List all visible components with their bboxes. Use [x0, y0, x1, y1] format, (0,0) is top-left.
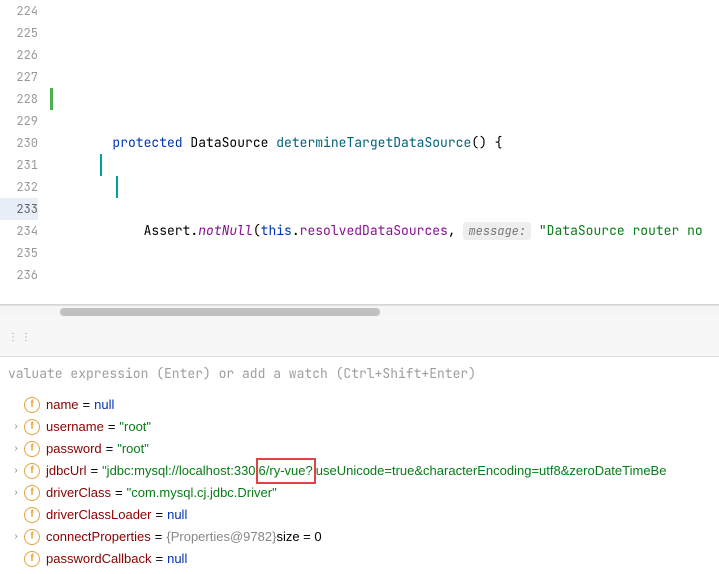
- debug-var-row[interactable]: ›f jdbcUrl="jdbc:mysql://localhost:3306/r…: [8, 460, 711, 482]
- var-name: connectProperties: [46, 526, 151, 548]
- var-value: "jdbc:mysql://localhost:330: [102, 460, 255, 482]
- line-number: 226: [0, 44, 38, 66]
- equals-sign: =: [90, 460, 98, 482]
- line-number: 225: [0, 22, 38, 44]
- field-icon: f: [24, 419, 40, 435]
- expand-arrow-icon[interactable]: ›: [8, 482, 24, 504]
- field: resolvedDataSources: [300, 222, 448, 239]
- text: Assert.: [112, 222, 198, 239]
- debug-var-row[interactable]: ›f username="root": [8, 416, 711, 438]
- code-line[interactable]: Assert.notNull(this.resolvedDataSources,…: [50, 220, 719, 242]
- field-icon: f: [24, 507, 40, 523]
- line-number: 232: [0, 176, 38, 198]
- var-value: null: [94, 394, 114, 416]
- equals-sign: =: [83, 394, 91, 416]
- line-number: 236: [0, 264, 38, 286]
- var-value: null: [167, 548, 187, 570]
- text: ,: [448, 222, 464, 239]
- line-number: 231: [0, 154, 38, 176]
- equals-sign: =: [115, 482, 123, 504]
- debug-variables-panel: fname=null›fusername="root"›fpassword="r…: [0, 390, 719, 574]
- var-name: driverClass: [46, 482, 111, 504]
- code-content[interactable]: protected DataSource determineTargetData…: [50, 0, 719, 304]
- method-name: determineTargetDataSource: [276, 134, 471, 151]
- highlighted-fragment: 6/ry-vue?: [256, 458, 316, 484]
- expand-arrow-icon[interactable]: ›: [8, 526, 24, 548]
- method-call: notNull: [198, 222, 253, 239]
- change-marker: [50, 88, 53, 110]
- keyword: protected: [112, 134, 182, 151]
- text: (: [253, 222, 261, 239]
- expand-arrow-icon[interactable]: ›: [8, 460, 24, 482]
- field-icon: f: [24, 551, 40, 567]
- fold-marker: [100, 154, 102, 176]
- line-number: 229: [0, 110, 38, 132]
- scrollbar-thumb[interactable]: [60, 308, 380, 316]
- equals-sign: =: [156, 504, 164, 526]
- expand-arrow-icon[interactable]: ›: [8, 438, 24, 460]
- equals-sign: =: [156, 548, 164, 570]
- equals-sign: =: [108, 416, 116, 438]
- line-number: 228: [0, 88, 38, 110]
- fold-marker: [116, 176, 118, 198]
- var-name: name: [46, 394, 79, 416]
- debug-var-row[interactable]: fname=null: [8, 394, 711, 416]
- drag-handle-icon[interactable]: ⋮⋮: [8, 330, 34, 343]
- type: DataSource: [190, 134, 268, 151]
- var-value: null: [167, 504, 187, 526]
- code-line[interactable]: protected DataSource determineTargetData…: [50, 132, 719, 154]
- line-number: 234: [0, 220, 38, 242]
- var-name: jdbcUrl: [46, 460, 86, 482]
- equals-sign: =: [106, 438, 114, 460]
- var-value: "com.mysql.cj.jdbc.Driver": [127, 482, 277, 504]
- line-number: 235: [0, 242, 38, 264]
- var-name: driverClassLoader: [46, 504, 152, 526]
- debug-var-row[interactable]: ›f connectProperties={Properties@9782} si…: [8, 526, 711, 548]
- keyword: this: [261, 222, 292, 239]
- line-gutter: 224 225 226 227 228 229 230 231 232 233 …: [0, 0, 50, 304]
- debug-var-row[interactable]: f passwordCallback=null: [8, 548, 711, 570]
- field-icon: f: [24, 463, 40, 479]
- line-number: 227: [0, 66, 38, 88]
- code-editor: 224 225 226 227 228 229 230 231 232 233 …: [0, 0, 719, 305]
- debug-var-row[interactable]: ›f password="root": [8, 438, 711, 460]
- debug-var-row[interactable]: f driverClassLoader=null: [8, 504, 711, 526]
- field-icon: f: [24, 529, 40, 545]
- field-icon: f: [24, 441, 40, 457]
- var-value-extra: size = 0: [276, 526, 321, 548]
- field-icon: f: [24, 397, 40, 413]
- var-value: useUnicode=true&characterEncoding=utf8&z…: [316, 460, 667, 482]
- var-value: "root": [117, 438, 149, 460]
- param-hint: message:: [463, 222, 531, 240]
- line-number: 230: [0, 132, 38, 154]
- equals-sign: =: [155, 526, 163, 548]
- var-name: passwordCallback: [46, 548, 152, 570]
- debug-var-row[interactable]: ›f driverClass="com.mysql.cj.jdbc.Driver": [8, 482, 711, 504]
- line-number: 233: [0, 198, 38, 220]
- field-icon: f: [24, 485, 40, 501]
- expand-arrow-icon[interactable]: ›: [8, 416, 24, 438]
- var-value: {Properties@9782}: [166, 526, 276, 548]
- panel-divider[interactable]: ⋮⋮: [0, 317, 719, 357]
- string: "DataSource router no: [531, 222, 703, 239]
- var-value: "root": [119, 416, 151, 438]
- line-number: 224: [0, 0, 38, 22]
- watch-input[interactable]: valuate expression (Enter) or add a watc…: [0, 357, 719, 390]
- text: () {: [471, 134, 502, 151]
- text: .: [292, 222, 300, 239]
- var-name: password: [46, 438, 102, 460]
- var-name: username: [46, 416, 104, 438]
- horizontal-scrollbar[interactable]: [0, 305, 719, 317]
